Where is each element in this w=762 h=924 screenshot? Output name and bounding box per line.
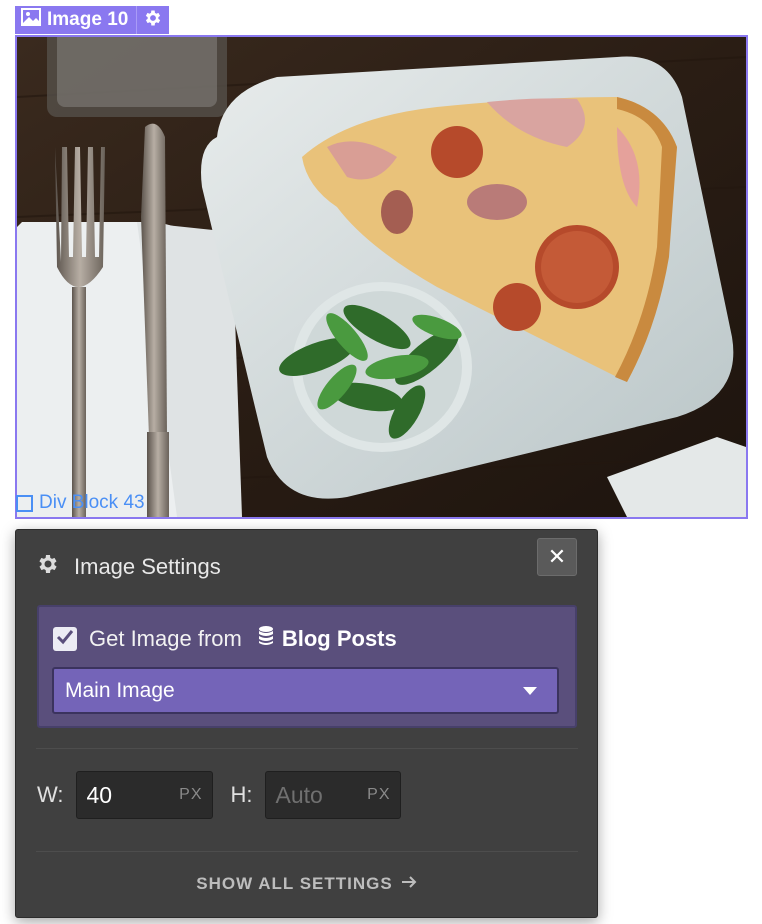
width-value: 40 (86, 781, 113, 808)
caret-down-icon (523, 686, 537, 695)
gear-icon (143, 8, 163, 33)
width-label: W: (37, 782, 64, 807)
show-all-label: SHOW ALL SETTINGS (196, 874, 393, 893)
divider (36, 748, 578, 749)
image-settings-panel: ✕ Image Settings Get Image from Blog Pos… (15, 529, 598, 918)
pizza-photo (17, 37, 746, 517)
element-badge-label: Image 10 (47, 9, 129, 30)
div-block-label[interactable]: Div Block 43 (16, 492, 145, 514)
image-field-value: Main Image (65, 678, 175, 702)
get-image-checkbox[interactable] (53, 627, 77, 651)
height-placeholder: Auto (275, 781, 323, 808)
div-block-name: Div Block 43 (39, 492, 145, 513)
width-unit[interactable]: PX (179, 786, 202, 804)
close-icon: ✕ (547, 544, 567, 569)
divider (36, 851, 578, 852)
arrow-right-icon (401, 874, 417, 894)
image-field-select[interactable]: Main Image (52, 667, 559, 714)
selected-image[interactable] (15, 35, 748, 519)
show-all-settings-link[interactable]: SHOW ALL SETTINGS (16, 874, 597, 894)
cms-binding-box: Get Image from Blog Posts Main Image (37, 605, 577, 728)
element-badge[interactable]: Image 10 (15, 6, 170, 34)
cms-binding-row: Get Image from Blog Posts (53, 625, 397, 653)
cms-collection: Blog Posts (258, 625, 397, 653)
element-settings-button[interactable] (137, 6, 169, 34)
panel-header: Image Settings (36, 552, 221, 581)
image-icon (21, 8, 41, 32)
height-label: H: (230, 782, 253, 807)
get-image-label: Get Image from (89, 626, 242, 651)
div-block-icon (16, 494, 33, 512)
height-unit[interactable]: PX (367, 786, 390, 804)
gear-icon (36, 552, 60, 581)
dimensions-row: W: 40 PX H: Auto PX (37, 771, 402, 819)
width-input[interactable]: 40 PX (76, 771, 214, 819)
database-icon (258, 625, 274, 653)
height-input[interactable]: Auto PX (265, 771, 402, 819)
close-button[interactable]: ✕ (537, 538, 577, 576)
cms-collection-name: Blog Posts (281, 626, 397, 651)
element-badge-label-group[interactable]: Image 10 (15, 6, 136, 34)
checkmark-icon (56, 629, 74, 650)
panel-title: Image Settings (74, 553, 221, 579)
